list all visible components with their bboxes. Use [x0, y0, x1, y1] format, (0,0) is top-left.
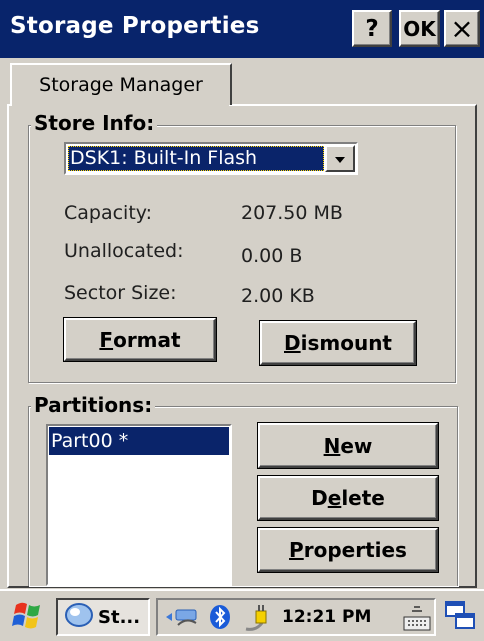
system-tray: 12:21 PM: [156, 598, 436, 636]
store-select[interactable]: DSK1: Built-In Flash: [64, 142, 358, 175]
store-select-value: DSK1: Built-In Flash: [68, 146, 324, 171]
network-icon[interactable]: [164, 603, 200, 635]
new-button[interactable]: New: [258, 423, 438, 468]
sector-size-value: 2.00 KB: [241, 285, 315, 307]
bluetooth-icon[interactable]: [208, 603, 232, 635]
help-button[interactable]: ?: [352, 10, 392, 47]
capacity-label: Capacity:: [64, 202, 153, 224]
keyboard-icon[interactable]: [402, 603, 432, 637]
windows-flag-icon[interactable]: [10, 599, 46, 637]
unallocated-label: Unallocated:: [64, 240, 184, 262]
store-info-legend: Store Info:: [31, 112, 158, 134]
clock[interactable]: 12:21 PM: [282, 607, 371, 627]
tab-storage-manager[interactable]: Storage Manager: [10, 63, 232, 105]
store-dropdown-button[interactable]: [325, 145, 355, 172]
sector-size-label: Sector Size:: [64, 282, 177, 304]
delete-button[interactable]: De lete: [258, 476, 438, 520]
properties-button[interactable]: Properties: [258, 528, 438, 572]
taskbar: St... 12:21 PM: [0, 589, 484, 641]
chevron-down-icon: [334, 149, 346, 168]
close-button[interactable]: ×: [444, 10, 480, 47]
storage-manager-icon: [64, 602, 94, 633]
list-item[interactable]: Part00 *: [49, 427, 229, 455]
partitions-list[interactable]: Part00 *: [46, 424, 232, 586]
title-bar: Storage Properties ? OK ×: [0, 0, 484, 58]
capacity-value: 207.50 MB: [241, 202, 343, 224]
task-storage-properties[interactable]: St...: [56, 598, 150, 636]
format-button[interactable]: Format: [64, 318, 216, 361]
desktop-switch-icon[interactable]: [444, 600, 476, 636]
power-plug-icon[interactable]: [242, 603, 272, 637]
dismount-button[interactable]: Dismount: [260, 321, 416, 365]
partitions-legend: Partitions:: [31, 394, 156, 416]
unallocated-value: 0.00 B: [241, 245, 303, 267]
ok-button[interactable]: OK: [399, 10, 440, 47]
window-title: Storage Properties: [10, 13, 260, 39]
